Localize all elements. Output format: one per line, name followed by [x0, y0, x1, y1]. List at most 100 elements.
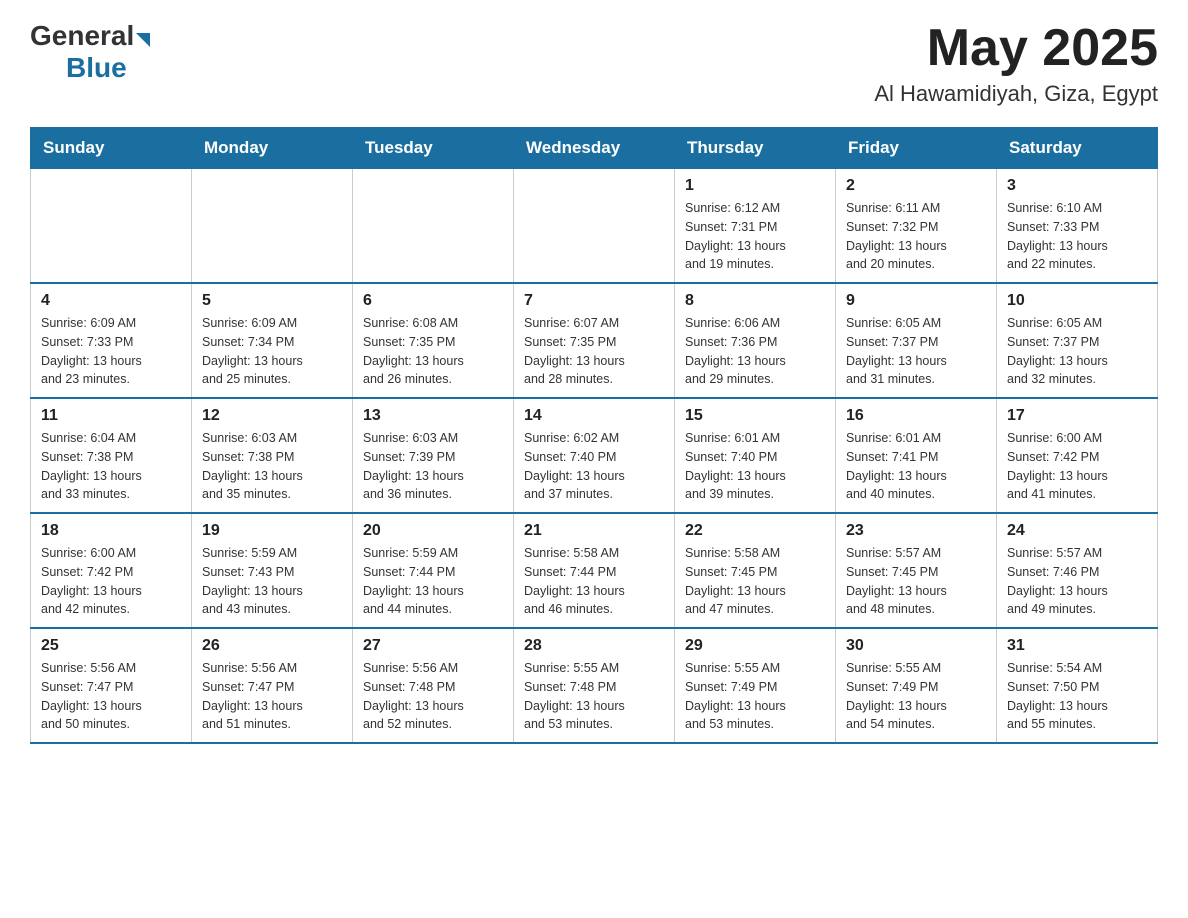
- day-number: 10: [1007, 292, 1147, 310]
- day-info: Sunrise: 6:03 AM Sunset: 7:38 PM Dayligh…: [202, 429, 342, 504]
- day-info: Sunrise: 6:07 AM Sunset: 7:35 PM Dayligh…: [524, 314, 664, 389]
- calendar-cell: 18Sunrise: 6:00 AM Sunset: 7:42 PM Dayli…: [31, 513, 192, 628]
- calendar-table: SundayMondayTuesdayWednesdayThursdayFrid…: [30, 127, 1158, 744]
- day-number: 1: [685, 177, 825, 195]
- day-number: 15: [685, 407, 825, 425]
- calendar-cell: 19Sunrise: 5:59 AM Sunset: 7:43 PM Dayli…: [192, 513, 353, 628]
- title-area: May 2025 Al Hawamidiyah, Giza, Egypt: [874, 20, 1158, 107]
- calendar-cell: 23 Sunrise: 5:57 AM Sunset: 7:45 PM Dayli…: [836, 513, 997, 628]
- day-number: 8: [685, 292, 825, 310]
- day-number: 17: [1007, 407, 1147, 425]
- day-info: Sunrise: 5:56 AM Sunset: 7:47 PM Dayligh…: [41, 659, 181, 734]
- day-number: 27: [363, 637, 503, 655]
- day-info: Sunrise: 5:55 AM Sunset: 7:49 PM Dayligh…: [685, 659, 825, 734]
- calendar-cell: [192, 169, 353, 284]
- day-number: 13: [363, 407, 503, 425]
- calendar-cell: 15 Sunrise: 6:01 AM Sunset: 7:40 PM Dayli…: [675, 398, 836, 513]
- day-info: Sunrise: 5:55 AM Sunset: 7:49 PM Dayligh…: [846, 659, 986, 734]
- calendar-cell: 25Sunrise: 5:56 AM Sunset: 7:47 PM Dayli…: [31, 628, 192, 743]
- day-info: Sunrise: 5:58 AM Sunset: 7:44 PM Dayligh…: [524, 544, 664, 619]
- day-number: 26: [202, 637, 342, 655]
- calendar-cell: 2 Sunrise: 6:11 AM Sunset: 7:32 PM Daylig…: [836, 169, 997, 284]
- calendar-header-wednesday: Wednesday: [514, 128, 675, 169]
- calendar-header-thursday: Thursday: [675, 128, 836, 169]
- calendar-cell: 30 Sunrise: 5:55 AM Sunset: 7:49 PM Dayli…: [836, 628, 997, 743]
- day-number: 5: [202, 292, 342, 310]
- month-title: May 2025: [874, 20, 1158, 77]
- day-number: 21: [524, 522, 664, 540]
- calendar-cell: 17Sunrise: 6:00 AM Sunset: 7:42 PM Dayli…: [997, 398, 1158, 513]
- day-number: 24: [1007, 522, 1147, 540]
- calendar-cell: 7Sunrise: 6:07 AM Sunset: 7:35 PM Daylig…: [514, 283, 675, 398]
- day-info: Sunrise: 5:59 AM Sunset: 7:44 PM Dayligh…: [363, 544, 503, 619]
- day-info: Sunrise: 5:55 AM Sunset: 7:48 PM Dayligh…: [524, 659, 664, 734]
- day-info: Sunrise: 5:59 AM Sunset: 7:43 PM Dayligh…: [202, 544, 342, 619]
- day-info: Sunrise: 6:01 AM Sunset: 7:40 PM Dayligh…: [685, 429, 825, 504]
- calendar-cell: [31, 169, 192, 284]
- calendar-cell: 27 Sunrise: 5:56 AM Sunset: 7:48 PM Dayli…: [353, 628, 514, 743]
- calendar-cell: 29Sunrise: 5:55 AM Sunset: 7:49 PM Dayli…: [675, 628, 836, 743]
- day-number: 31: [1007, 637, 1147, 655]
- day-info: Sunrise: 6:09 AM Sunset: 7:34 PM Dayligh…: [202, 314, 342, 389]
- day-info: Sunrise: 6:05 AM Sunset: 7:37 PM Dayligh…: [1007, 314, 1147, 389]
- calendar-cell: 12 Sunrise: 6:03 AM Sunset: 7:38 PM Dayli…: [192, 398, 353, 513]
- day-number: 20: [363, 522, 503, 540]
- day-number: 22: [685, 522, 825, 540]
- calendar-cell: 10 Sunrise: 6:05 AM Sunset: 7:37 PM Dayli…: [997, 283, 1158, 398]
- calendar-header-friday: Friday: [836, 128, 997, 169]
- week-row-5: 25Sunrise: 5:56 AM Sunset: 7:47 PM Dayli…: [31, 628, 1158, 743]
- day-number: 30: [846, 637, 986, 655]
- calendar-cell: 11Sunrise: 6:04 AM Sunset: 7:38 PM Dayli…: [31, 398, 192, 513]
- week-row-2: 4 Sunrise: 6:09 AM Sunset: 7:33 PM Daylig…: [31, 283, 1158, 398]
- day-number: 16: [846, 407, 986, 425]
- calendar-cell: 5 Sunrise: 6:09 AM Sunset: 7:34 PM Daylig…: [192, 283, 353, 398]
- calendar-cell: 20 Sunrise: 5:59 AM Sunset: 7:44 PM Dayli…: [353, 513, 514, 628]
- day-info: Sunrise: 6:09 AM Sunset: 7:33 PM Dayligh…: [41, 314, 181, 389]
- calendar-header-row: SundayMondayTuesdayWednesdayThursdayFrid…: [31, 128, 1158, 169]
- calendar-cell: 3 Sunrise: 6:10 AM Sunset: 7:33 PM Daylig…: [997, 169, 1158, 284]
- day-info: Sunrise: 5:57 AM Sunset: 7:46 PM Dayligh…: [1007, 544, 1147, 619]
- week-row-4: 18Sunrise: 6:00 AM Sunset: 7:42 PM Dayli…: [31, 513, 1158, 628]
- calendar-cell: 14Sunrise: 6:02 AM Sunset: 7:40 PM Dayli…: [514, 398, 675, 513]
- calendar-cell: 13 Sunrise: 6:03 AM Sunset: 7:39 PM Dayli…: [353, 398, 514, 513]
- day-number: 4: [41, 292, 181, 310]
- day-info: Sunrise: 6:01 AM Sunset: 7:41 PM Dayligh…: [846, 429, 986, 504]
- day-number: 28: [524, 637, 664, 655]
- day-number: 2: [846, 177, 986, 195]
- calendar-cell: 31 Sunrise: 5:54 AM Sunset: 7:50 PM Dayli…: [997, 628, 1158, 743]
- calendar-cell: 9 Sunrise: 6:05 AM Sunset: 7:37 PM Daylig…: [836, 283, 997, 398]
- calendar-header-monday: Monday: [192, 128, 353, 169]
- calendar-cell: 26 Sunrise: 5:56 AM Sunset: 7:47 PM Dayli…: [192, 628, 353, 743]
- calendar-cell: 24 Sunrise: 5:57 AM Sunset: 7:46 PM Dayli…: [997, 513, 1158, 628]
- day-info: Sunrise: 5:58 AM Sunset: 7:45 PM Dayligh…: [685, 544, 825, 619]
- calendar-cell: 21 Sunrise: 5:58 AM Sunset: 7:44 PM Dayli…: [514, 513, 675, 628]
- day-number: 18: [41, 522, 181, 540]
- day-number: 9: [846, 292, 986, 310]
- day-info: Sunrise: 6:12 AM Sunset: 7:31 PM Dayligh…: [685, 199, 825, 274]
- day-number: 12: [202, 407, 342, 425]
- day-info: Sunrise: 6:04 AM Sunset: 7:38 PM Dayligh…: [41, 429, 181, 504]
- day-info: Sunrise: 6:10 AM Sunset: 7:33 PM Dayligh…: [1007, 199, 1147, 274]
- day-number: 6: [363, 292, 503, 310]
- calendar-cell: 22 Sunrise: 5:58 AM Sunset: 7:45 PM Dayli…: [675, 513, 836, 628]
- page-header: General Blue May 2025 Al Hawamidiyah, Gi…: [30, 20, 1158, 107]
- day-info: Sunrise: 6:03 AM Sunset: 7:39 PM Dayligh…: [363, 429, 503, 504]
- day-number: 14: [524, 407, 664, 425]
- calendar-header-sunday: Sunday: [31, 128, 192, 169]
- day-number: 23: [846, 522, 986, 540]
- day-number: 3: [1007, 177, 1147, 195]
- day-info: Sunrise: 5:54 AM Sunset: 7:50 PM Dayligh…: [1007, 659, 1147, 734]
- calendar-header-tuesday: Tuesday: [353, 128, 514, 169]
- day-info: Sunrise: 6:05 AM Sunset: 7:37 PM Dayligh…: [846, 314, 986, 389]
- day-info: Sunrise: 6:11 AM Sunset: 7:32 PM Dayligh…: [846, 199, 986, 274]
- calendar-cell: 4 Sunrise: 6:09 AM Sunset: 7:33 PM Daylig…: [31, 283, 192, 398]
- day-info: Sunrise: 5:56 AM Sunset: 7:47 PM Dayligh…: [202, 659, 342, 734]
- logo: General Blue: [30, 20, 150, 84]
- day-info: Sunrise: 5:57 AM Sunset: 7:45 PM Dayligh…: [846, 544, 986, 619]
- calendar-cell: 8Sunrise: 6:06 AM Sunset: 7:36 PM Daylig…: [675, 283, 836, 398]
- logo-blue-text: Blue: [66, 52, 127, 84]
- location-text: Al Hawamidiyah, Giza, Egypt: [874, 81, 1158, 107]
- day-info: Sunrise: 5:56 AM Sunset: 7:48 PM Dayligh…: [363, 659, 503, 734]
- day-info: Sunrise: 6:08 AM Sunset: 7:35 PM Dayligh…: [363, 314, 503, 389]
- calendar-cell: 16 Sunrise: 6:01 AM Sunset: 7:41 PM Dayli…: [836, 398, 997, 513]
